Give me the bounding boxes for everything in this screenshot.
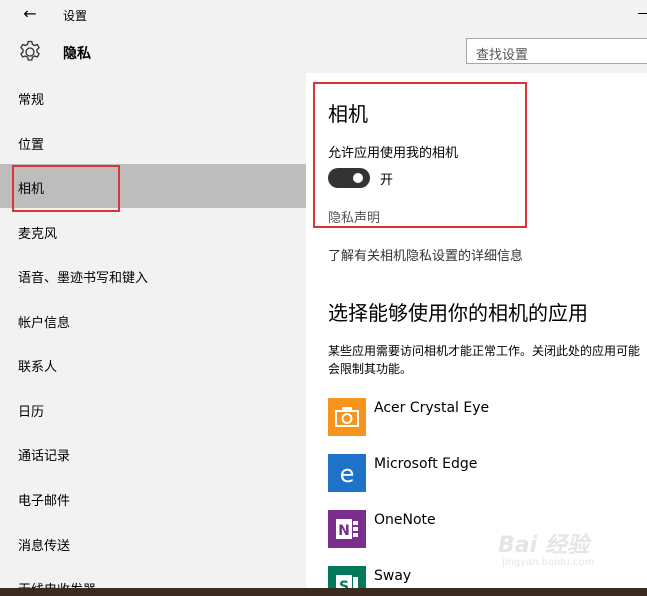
settings-window: ← 设置 隐私 查找设置 常规 位置 相机 麦克风 语音、墨迹书写和键入 帐户信…: [0, 0, 647, 588]
sidebar-item-email[interactable]: 电子邮件: [0, 476, 306, 520]
sidebar: 常规 位置 相机 麦克风 语音、墨迹书写和键入 帐户信息 联系人 日历 通话记录…: [0, 73, 306, 588]
edge-icon: e: [328, 454, 366, 492]
sidebar-item-location[interactable]: 位置: [0, 120, 306, 164]
sidebar-item-label: 通话记录: [18, 449, 71, 464]
camera-app-icon: [328, 398, 366, 436]
app-name: Sway: [374, 568, 412, 584]
minimize-icon[interactable]: [638, 6, 647, 20]
sidebar-item-microphone[interactable]: 麦克风: [0, 209, 306, 253]
app-item-microsoft-edge: e Microsoft Edge: [328, 454, 628, 492]
app-name: OneNote: [374, 512, 436, 528]
watermark-sub: jingyan.baidu.com: [502, 557, 595, 568]
toggle-state-label: 开: [380, 173, 394, 188]
section-title: 相机: [328, 102, 368, 126]
sidebar-item-label: 无线电收发器: [18, 579, 96, 588]
sidebar-item-account-info[interactable]: 帐户信息: [0, 298, 306, 342]
sidebar-item-speech-inking-typing[interactable]: 语音、墨迹书写和键入: [0, 253, 306, 297]
svg-text:N: N: [338, 523, 350, 539]
sidebar-item-contacts[interactable]: 联系人: [0, 342, 306, 386]
search-placeholder: 查找设置: [476, 48, 529, 63]
sidebar-item-messaging[interactable]: 消息传送: [0, 521, 306, 565]
page-title: 隐私: [63, 46, 91, 62]
app-item-acer-crystal-eye: Acer Crystal Eye: [328, 398, 628, 436]
app-name: Acer Crystal Eye: [374, 400, 490, 416]
onenote-icon: N: [328, 510, 366, 548]
sidebar-item-camera[interactable]: 相机: [0, 164, 306, 208]
sway-icon: S: [328, 566, 366, 588]
toggle-knob: [353, 173, 363, 183]
sidebar-item-label: 位置: [18, 138, 45, 153]
sidebar-item-calendar[interactable]: 日历: [0, 387, 306, 431]
learn-more-link[interactable]: 了解有关相机隐私设置的详细信息: [328, 245, 523, 264]
watermark-text: Bai 经验: [498, 533, 589, 558]
watermark: Bai 经验 jingyan.baidu.com: [498, 527, 618, 577]
sidebar-item-label: 联系人: [18, 360, 58, 375]
sidebar-item-label: 语音、墨迹书写和键入: [18, 271, 149, 286]
sidebar-item-label: 麦克风: [18, 227, 58, 242]
sidebar-item-radios[interactable]: 无线电收发器: [0, 565, 306, 588]
sidebar-item-label: 相机: [18, 182, 45, 197]
privacy-statement-link[interactable]: 隐私声明: [328, 207, 380, 226]
apps-section-title: 选择能够使用你的相机的应用: [328, 301, 588, 325]
app-name: Microsoft Edge: [374, 456, 478, 472]
camera-settings-panel: 相机 允许应用使用我的相机 开 隐私声明 了解有关相机隐私设置的详细信息 选择能…: [306, 73, 647, 588]
sidebar-item-label: 消息传送: [18, 539, 71, 554]
sidebar-item-label: 帐户信息: [18, 316, 71, 331]
allow-camera-label: 允许应用使用我的相机: [328, 146, 459, 161]
sidebar-item-label: 日历: [18, 405, 45, 420]
svg-text:e: e: [340, 460, 355, 488]
sidebar-item-label: 电子邮件: [18, 494, 71, 509]
camera-toggle[interactable]: [328, 168, 370, 188]
sidebar-item-call-history[interactable]: 通话记录: [0, 431, 306, 475]
apps-description: 某些应用需要访问相机才能正常工作。关闭此处的应用可能会限制其功能。: [328, 344, 641, 376]
search-input[interactable]: 查找设置: [466, 38, 647, 64]
back-arrow-icon[interactable]: ←: [17, 4, 43, 23]
window-title: 设置: [63, 9, 88, 23]
title-bar: ← 设置: [0, 0, 647, 30]
sidebar-item-label: 常规: [18, 93, 45, 108]
page-header: 隐私 查找设置: [0, 30, 647, 73]
svg-text:S: S: [339, 579, 349, 588]
gear-icon: [20, 40, 40, 61]
sidebar-item-general[interactable]: 常规: [0, 75, 306, 119]
